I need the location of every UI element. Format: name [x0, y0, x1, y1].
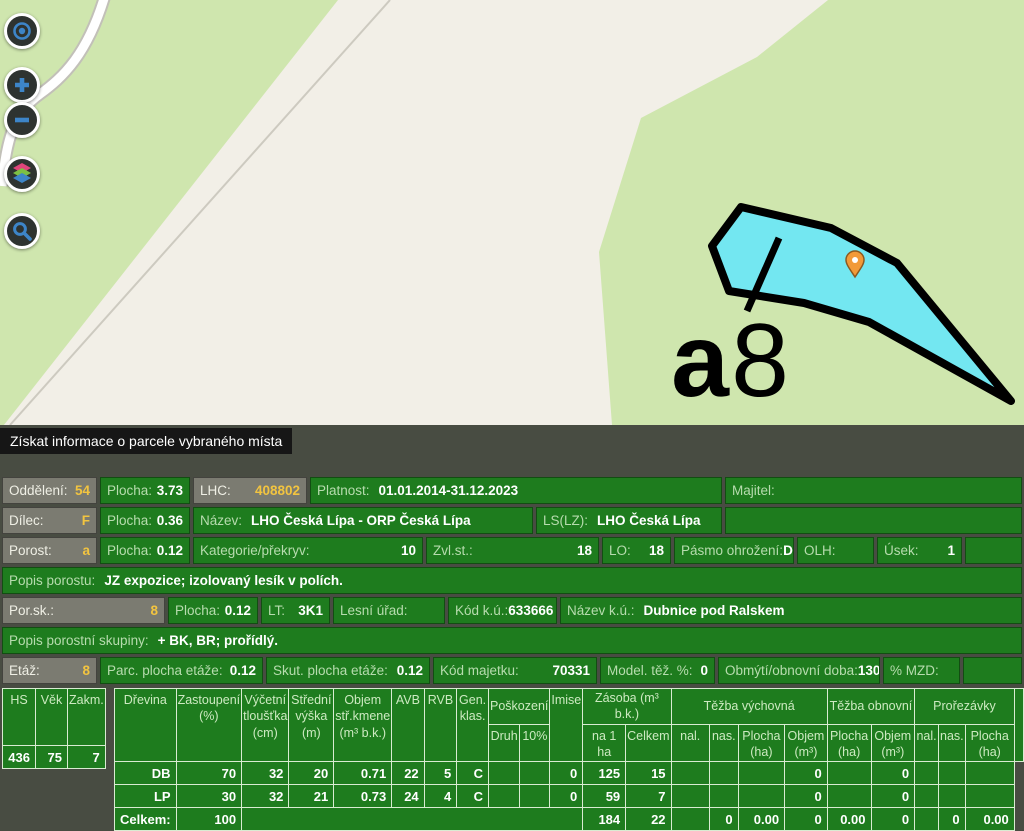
field-mzd: % MZD: [883, 657, 960, 684]
col-clipped [1014, 689, 1023, 762]
field-kod-majetku: Kód majetku:70331 [433, 657, 597, 684]
field-majitel: Majitel: [725, 477, 1022, 504]
col-vek: Věk [36, 689, 68, 746]
field-plocha-dilec: Plocha:0.36 [100, 507, 190, 534]
group-tezba-vychovna: Těžba výchovná [671, 689, 827, 725]
field-dilec: Dílec:F [2, 507, 97, 534]
field-parc-plocha: Parc. plocha etáže:0.12 [100, 657, 263, 684]
field-etaz: Etáž:8 [2, 657, 97, 684]
field-zvlst: Zvl.st.:18 [426, 537, 599, 564]
field-obmyti: Obmýtí/obnovní doba:130/40 [718, 657, 880, 684]
group-poskozeni: Poškození [489, 689, 550, 725]
field-kategorie: Kategorie/překryv:10 [193, 537, 423, 564]
col-obn-objem: Objem (m³) [871, 724, 915, 762]
stand-table-main: Dřevina Zastoupení (%) Výčetní tloušťka … [114, 688, 1024, 831]
stand-label-letter: a [671, 303, 730, 419]
col-avb: AVB [392, 689, 424, 762]
field-lt: LT:3K1 [261, 597, 330, 624]
field-kod-ku: Kód k.ú.:633666 [448, 597, 557, 624]
col-rvb: RVB [424, 689, 457, 762]
col-10pct: 10% [520, 724, 550, 762]
field-lslz: LS(LZ):LHO Česká Lípa [536, 507, 722, 534]
layers-button[interactable] [4, 156, 40, 192]
plus-icon [12, 75, 32, 95]
field-majitel-value [725, 507, 1022, 534]
col-stredni-vyska: Střední výška (m) [289, 689, 334, 762]
col-na1ha: na 1 ha [583, 724, 626, 762]
info-panel: Získat informace o parcele vybraného mís… [0, 425, 1024, 827]
field-plocha-porost: Plocha:0.12 [100, 537, 190, 564]
field-lesni-urad: Lesní úřad: [333, 597, 445, 624]
locate-button[interactable] [4, 13, 40, 49]
col-gen-klas: Gen. klas. [457, 689, 489, 762]
col-zasoba-celkem: Celkem [626, 724, 671, 762]
field-row-7: Etáž:8 Parc. plocha etáže:0.12 Skut. plo… [2, 657, 1022, 684]
field-plocha-porsk: Plocha:0.12 [168, 597, 258, 624]
field-row-1: Oddělení:54 Plocha:3.73 LHC:408802 Platn… [2, 477, 1022, 504]
field-empty-1 [965, 537, 1022, 564]
col-pror-plocha: Plocha (ha) [965, 724, 1014, 762]
col-objem-kmene: Objem stř.kmene (m³ b.k.) [334, 689, 392, 762]
field-row-4: Popis porostu:JZ expozice; izolovaný les… [2, 567, 1022, 594]
col-drevina: Dřevina [115, 689, 177, 762]
col-vych-objem: Objem (m³) [785, 724, 828, 762]
locate-icon [11, 20, 33, 42]
stand-table-left: HS Věk Zakm. 436 75 7 [2, 688, 106, 769]
field-row-3: Porost:a Plocha:0.12 Kategorie/překryv:1… [2, 537, 1022, 564]
col-pror-nal: nal. [915, 724, 939, 762]
field-popis-porostu: Popis porostu:JZ expozice; izolovaný les… [2, 567, 1022, 594]
map-tooltip: Získat informace o parcele vybraného mís… [0, 428, 292, 454]
col-obn-plocha: Plocha (ha) [827, 724, 871, 762]
group-tezba-obnovni: Těžba obnovní [827, 689, 914, 725]
col-imise: Imise [550, 689, 583, 762]
field-lhc: LHC:408802 [193, 477, 307, 504]
col-zastoupeni: Zastoupení (%) [176, 689, 242, 762]
col-vycetni-tloustka: Výčetní tloušťka (cm) [242, 689, 289, 762]
table-row-total: Celkem: 100 184 22 0 0.00 0 0.00 0 0 0.0… [115, 808, 1024, 831]
col-zakm: Zakm. [68, 689, 106, 746]
field-row-2: Dílec:F Plocha:0.36 Název:LHO Česká Lípa… [2, 507, 1022, 534]
field-platnost: Platnost:01.01.2014-31.12.2023 [310, 477, 722, 504]
field-skut-plocha: Skut. plocha etáže:0.12 [266, 657, 430, 684]
field-porost: Porost:a [2, 537, 97, 564]
map-canvas[interactable]: a 8 [0, 0, 1024, 425]
field-row-5: Por.sk.:8 Plocha:0.12 LT:3K1 Lesní úřad:… [2, 597, 1022, 624]
col-pror-nas: nas. [939, 724, 966, 762]
total-merged-cell [242, 808, 583, 831]
zoom-in-button[interactable] [4, 67, 40, 103]
field-nazev: Název:LHO Česká Lípa - ORP Česká Lípa [193, 507, 533, 534]
group-zasoba: Zásoba (m³ b.k.) [583, 689, 671, 725]
map-area[interactable]: a 8 [0, 0, 1024, 425]
table-row: 436 75 7 [3, 746, 106, 769]
field-lo: LO:18 [602, 537, 671, 564]
search-icon [11, 220, 33, 242]
field-model-tez: Model. těž. %:0 [600, 657, 715, 684]
field-oddeleni: Oddělení:54 [2, 477, 97, 504]
field-plocha-oddeleni: Plocha:3.73 [100, 477, 190, 504]
field-olh: OLH: [797, 537, 874, 564]
field-nazev-ku: Název k.ú.:Dubnice pod Ralskem [560, 597, 1022, 624]
field-pasmo: Pásmo ohrožení:D [674, 537, 794, 564]
col-vych-nal: nal. [671, 724, 709, 762]
total-label: Celkem: [115, 808, 177, 831]
field-empty-2 [963, 657, 1022, 684]
field-row-6: Popis porostní skupiny:+ BK, BR; prořídl… [2, 627, 1022, 654]
field-popis-skupiny: Popis porostní skupiny:+ BK, BR; prořídl… [2, 627, 1022, 654]
col-vych-plocha: Plocha (ha) [738, 724, 784, 762]
search-button[interactable] [4, 213, 40, 249]
field-porsk: Por.sk.:8 [2, 597, 165, 624]
col-vych-nas: nas. [709, 724, 738, 762]
stand-label-number: 8 [731, 303, 789, 419]
field-usek: Úsek:1 [877, 537, 962, 564]
table-row-db: DB 70 32 20 0.71 22 5 C 0 125 15 0 0 [115, 762, 1024, 785]
col-druh: Druh [489, 724, 520, 762]
minus-icon [12, 110, 32, 130]
group-prorezavky: Prořezávky [915, 689, 1015, 725]
table-row-lp: LP 30 32 21 0.73 24 4 C 0 59 7 0 0 [115, 785, 1024, 808]
layers-icon [10, 162, 34, 186]
zoom-out-button[interactable] [4, 102, 40, 138]
col-hs: HS [3, 689, 36, 746]
